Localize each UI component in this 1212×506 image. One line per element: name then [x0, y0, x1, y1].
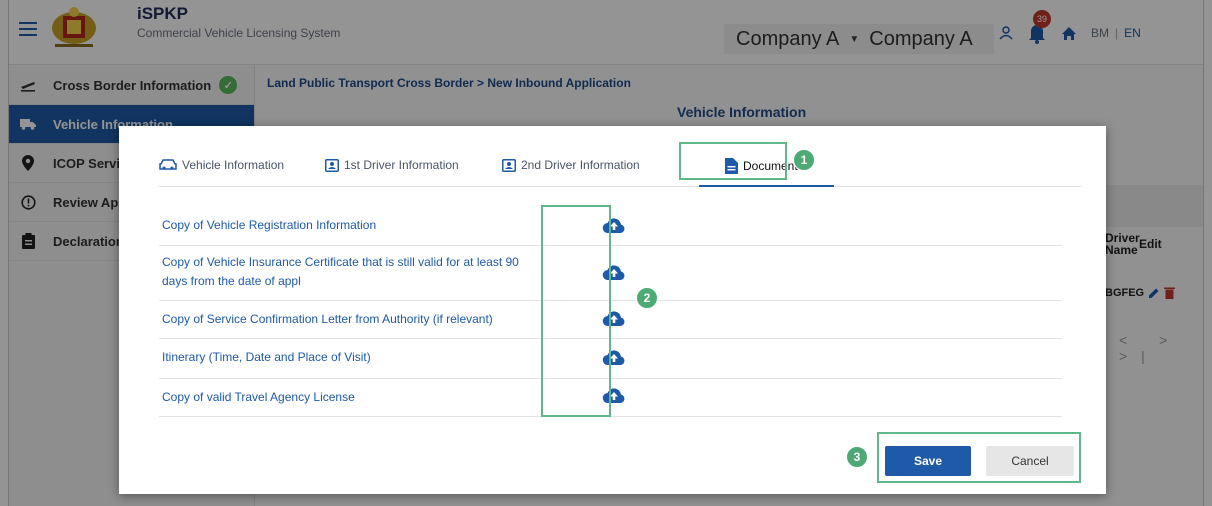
highlight-upload-icons	[541, 205, 611, 417]
tab-label: 2nd Driver Information	[521, 158, 640, 172]
active-tab-indicator	[699, 185, 834, 187]
step-3-marker: 3	[846, 446, 868, 468]
document-label: Copy of Vehicle Registration Information	[162, 218, 377, 232]
car-icon	[159, 159, 177, 170]
id-card-icon	[502, 158, 516, 172]
id-card-icon	[325, 158, 339, 172]
tab-vehicle-information[interactable]: Vehicle Information	[159, 158, 284, 172]
document-label: Copy of valid Travel Agency License	[162, 390, 355, 404]
step-1-marker: 1	[793, 149, 815, 171]
document-label: Itinerary (Time, Date and Place of Visit…	[162, 350, 371, 364]
highlight-documents-tab	[679, 142, 787, 180]
dialog-tabs: Vehicle Information 1st Driver Informati…	[159, 146, 1081, 187]
step-2-marker: 2	[636, 287, 658, 309]
document-label: Copy of Service Confirmation Letter from…	[162, 312, 493, 326]
document-label: Copy of Vehicle Insurance Certificate th…	[162, 255, 519, 288]
tab-1st-driver-information[interactable]: 1st Driver Information	[325, 158, 459, 172]
tab-label: Vehicle Information	[182, 158, 285, 172]
tab-label: 1st Driver Information	[344, 158, 459, 172]
highlight-action-buttons	[877, 432, 1081, 483]
tab-2nd-driver-information[interactable]: 2nd Driver Information	[502, 158, 640, 172]
